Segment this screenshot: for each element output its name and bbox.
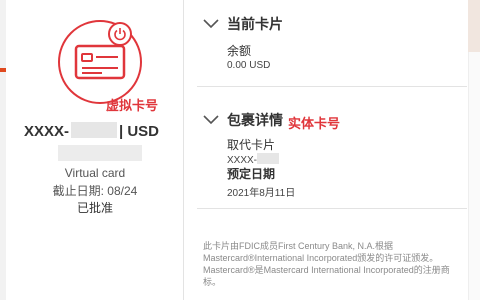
power-icon bbox=[114, 28, 126, 41]
left-edge-accent bbox=[0, 68, 6, 72]
virtual-card-annotation: 虚拟卡号 bbox=[106, 98, 159, 113]
card-number-prefix: XXXX- bbox=[23, 123, 69, 140]
package-section-toggle[interactable]: 包裹详情 bbox=[203, 110, 283, 130]
card-currency: | USD bbox=[118, 123, 160, 140]
card-expiry: 截止日期: 08/24 bbox=[52, 184, 138, 198]
replace-card-label: 取代卡片 bbox=[227, 138, 276, 152]
panel-divider bbox=[183, 0, 184, 300]
package-title: 包裹详情 bbox=[227, 112, 283, 128]
disclaimer: 此卡片由FDIC成员First Century Bank, N.A.根据Mast… bbox=[203, 240, 465, 288]
current-card-title: 当前卡片 bbox=[227, 16, 283, 32]
scrollbar-thumb[interactable] bbox=[468, 0, 480, 52]
estimated-date-value: 2021年8月11日 bbox=[227, 188, 296, 199]
physical-card-annotation: 实体卡号 bbox=[288, 116, 341, 131]
card-number: XXXX- | USD bbox=[0, 122, 183, 140]
chevron-down-icon bbox=[203, 19, 219, 29]
balance-label: 余额 bbox=[227, 44, 252, 58]
estimated-date-label: 预定日期 bbox=[227, 167, 276, 181]
card-power-button[interactable] bbox=[108, 22, 132, 46]
scrollbar[interactable] bbox=[468, 0, 480, 300]
left-edge bbox=[0, 0, 6, 300]
card-detail-redaction bbox=[58, 145, 142, 161]
disclaimer-text: 此卡片由FDIC成员First Century Bank, N.A.根据Mast… bbox=[203, 241, 450, 287]
current-card-section-toggle[interactable]: 当前卡片 bbox=[203, 14, 283, 34]
card-status: 已批准 bbox=[76, 201, 113, 215]
balance-value: 0.00 USD bbox=[227, 60, 271, 71]
replacement-number-redaction bbox=[257, 153, 280, 164]
card-number-redaction bbox=[70, 122, 117, 138]
chevron-down-icon bbox=[203, 115, 219, 125]
section-divider bbox=[197, 208, 467, 209]
credit-card-icon bbox=[74, 44, 126, 80]
section-divider bbox=[197, 86, 467, 87]
card-type: Virtual card bbox=[64, 166, 126, 180]
